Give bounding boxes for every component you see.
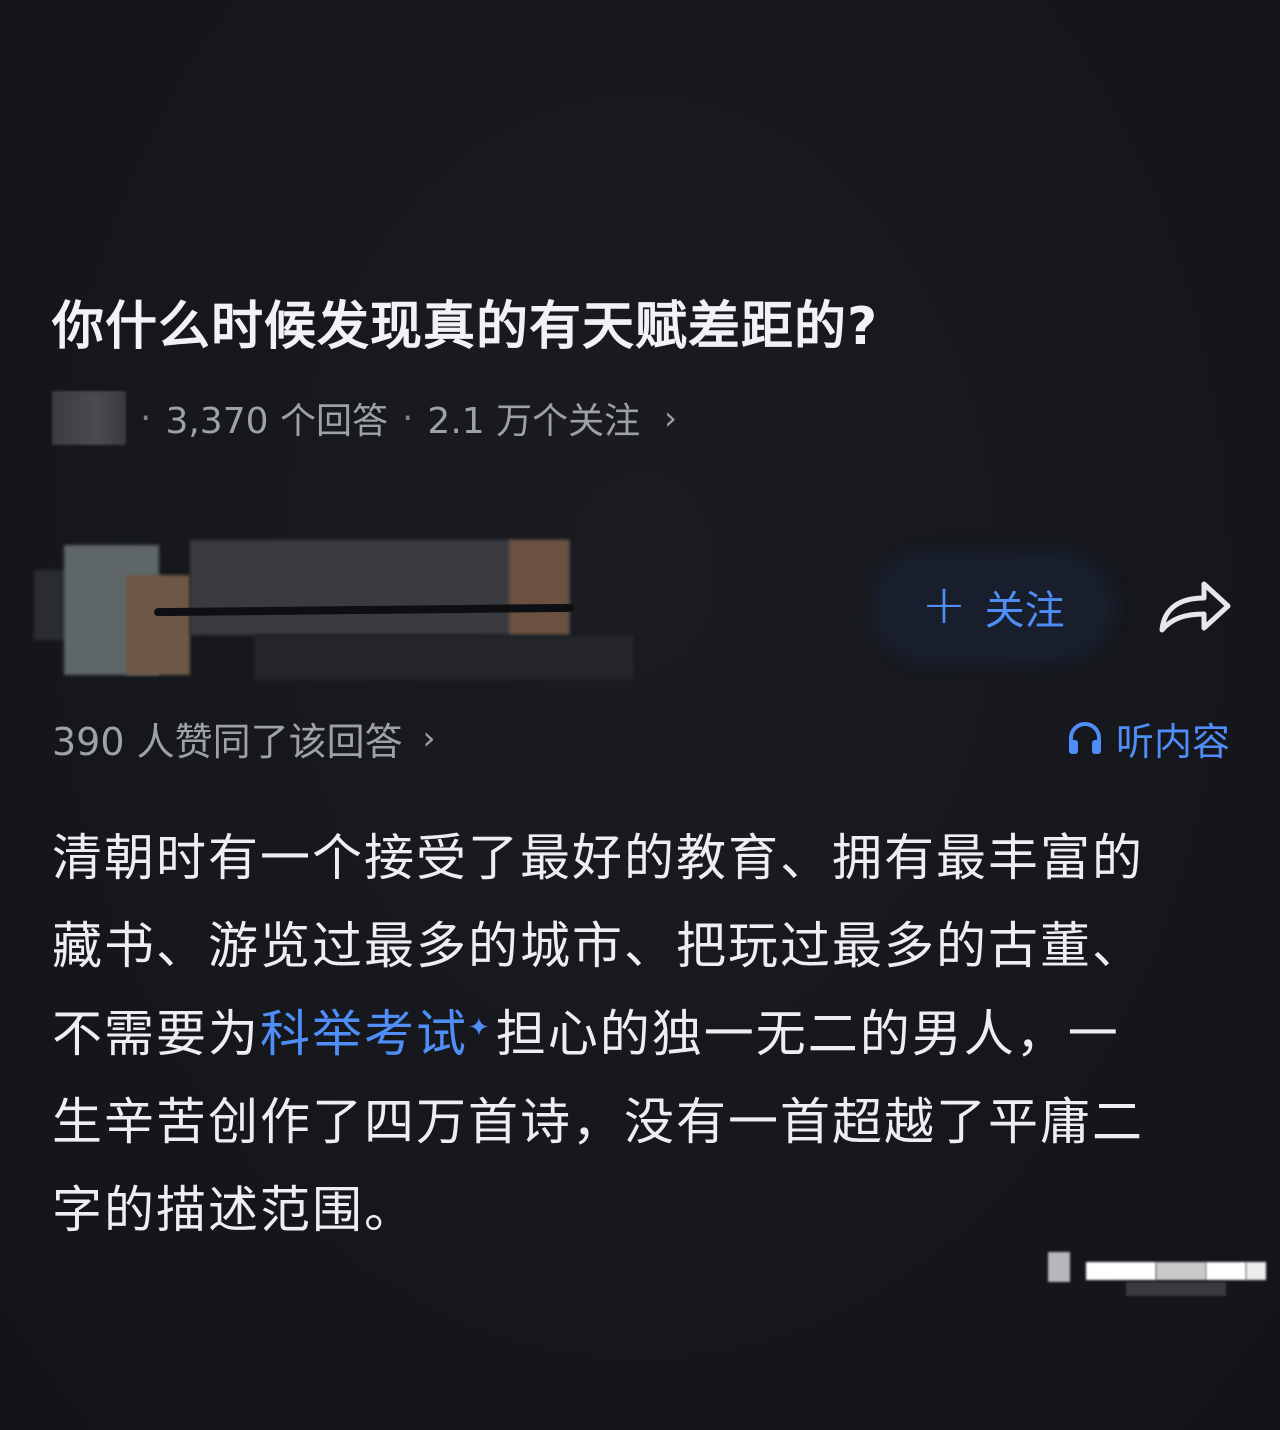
redacted-watermark [1046,1252,1268,1298]
screen: 你什么时候发现真的有天赋差距的? · 3,370 个回答 · 2.1 万个关注 … [0,0,1280,1430]
keyword-link[interactable]: 科举考试 [260,1005,468,1063]
question-meta[interactable]: · 3,370 个回答 · 2.1 万个关注 › [52,388,677,448]
approval-count-text: 390 人赞同了该回答 [52,719,403,764]
chevron-right-icon: › [664,399,677,437]
listen-content-button[interactable]: 听内容 [1066,708,1230,768]
blurred-topic-thumbnail [52,391,126,445]
answer-line: 清朝时有一个接受了最好的教育、拥有最丰富的 [52,829,1144,887]
answer-body: 清朝时有一个接受了最好的教育、拥有最丰富的 藏书、游览过最多的城市、把玩过最多的… [52,814,1242,1254]
answer-text: 不需要为 [52,1005,260,1063]
answer-line: 藏书、游览过最多的城市、把玩过最多的古董、 [52,917,1144,975]
share-icon[interactable] [1154,574,1234,638]
answer-line: 生辛苦创作了四万首诗，没有一首超越了平庸二 [52,1093,1144,1151]
answer-text: 担心的独一无二的男人，一 [495,1005,1120,1063]
chevron-right-icon: › [422,719,436,757]
followers-count: 2.1 万个关注 [427,401,641,442]
approval-row[interactable]: 390 人赞同了该回答 › [52,708,435,768]
answer-line: 字的描述范围。 [52,1181,416,1239]
author-info-redacted[interactable] [34,540,634,680]
plus-icon: + [921,573,967,636]
meta-separator-2: · [401,397,414,439]
meta-separator-1: · [140,397,152,439]
headphone-icon [1068,722,1101,754]
answer-line: 不需要为科举考试✦担心的独一无二的男人，一 [52,990,1242,1078]
listen-content-label: 听内容 [1115,719,1230,764]
sparkle-icon: ✦ [468,1013,492,1043]
follow-button[interactable]: + 关注 [880,560,1106,654]
follow-button-label: 关注 [984,588,1065,634]
answers-count: 3,370 个回答 [165,401,388,442]
question-title[interactable]: 你什么时候发现真的有天赋差距的? [52,292,1232,362]
